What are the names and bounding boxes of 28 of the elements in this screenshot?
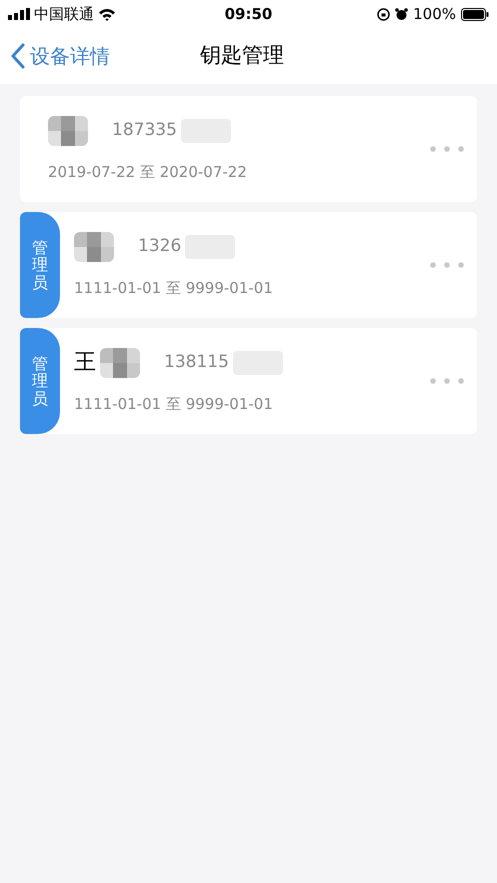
rotation-lock-icon [377, 8, 390, 20]
key-card[interactable]: 管理员 1326 1111-01-01 至 9999-01-01 [20, 212, 477, 318]
validity-period: 2019-07-22 至 2020-07-22 [48, 162, 248, 183]
admin-badge: 管理员 [20, 212, 60, 318]
carrier-name: 中国联通 [34, 4, 94, 25]
more-icon [430, 378, 464, 384]
key-card[interactable]: 187335 2019-07-22 至 2020-07-22 [20, 96, 477, 202]
more-icon [430, 146, 464, 152]
validity-period: 1111-01-01 至 9999-01-01 [74, 394, 274, 415]
battery-icon [461, 8, 489, 20]
name-text: 王 [74, 349, 96, 378]
redaction-block [48, 116, 88, 146]
wifi-icon [98, 8, 116, 20]
page-title: 钥匙管理 [200, 42, 284, 70]
redaction-block [100, 348, 140, 378]
more-icon [430, 262, 464, 268]
signal-icon [8, 8, 30, 20]
chevron-left-icon [10, 43, 26, 69]
back-button[interactable]: 设备详情 [0, 41, 110, 71]
validity-period: 1111-01-01 至 9999-01-01 [74, 278, 274, 299]
redaction-block [74, 232, 114, 262]
battery-percent: 100% [413, 4, 456, 25]
clock-time: 09:50 [224, 4, 272, 25]
phone-number: 1326 [138, 235, 182, 258]
key-card[interactable]: 管理员 王 138115 1111-01-01 至 9999-01-01 [20, 328, 477, 434]
phone-number: 138115 [164, 351, 229, 374]
admin-badge: 管理员 [20, 328, 60, 434]
phone-number: 187335 [112, 119, 177, 142]
